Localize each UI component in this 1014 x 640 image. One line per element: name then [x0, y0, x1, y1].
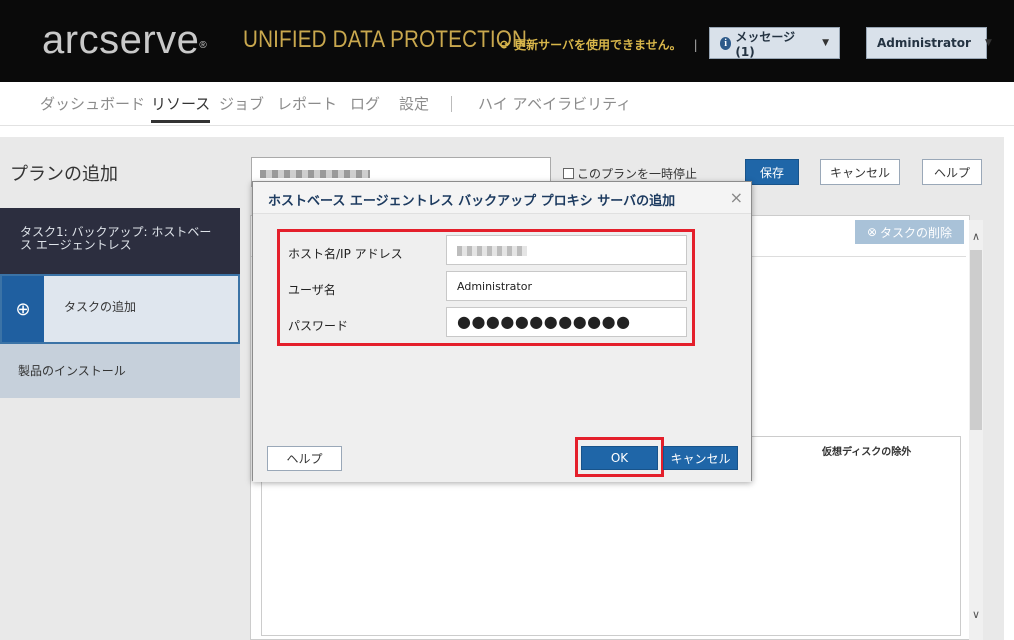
arcserve-logo: arcserve® — [42, 18, 208, 62]
cancel-button[interactable]: キャンセル — [820, 159, 900, 185]
ok-button[interactable]: OK — [581, 446, 658, 470]
messages-button[interactable]: i メッセージ (1) ▼ — [709, 27, 840, 59]
chevron-down-icon[interactable]: ∨ — [969, 608, 983, 621]
separator: | — [693, 37, 698, 52]
redacted-text — [260, 170, 370, 178]
dialog-title: ホストベース エージェントレス バックアップ プロキシ サーバの追加 — [268, 194, 676, 209]
hostname-field[interactable] — [446, 235, 687, 265]
password-dots: ●●●●●●●●●●●● — [457, 312, 631, 331]
close-circle-icon: ⊗ — [866, 225, 878, 239]
messages-label: メッセージ (1) — [735, 29, 796, 59]
nav-divider — [451, 96, 452, 112]
plus-circle-icon: ⊕ — [2, 276, 44, 342]
delete-task-label: タスクの削除 — [880, 225, 953, 240]
sidebar-item-install[interactable]: 製品のインストール — [0, 344, 240, 398]
pause-plan-checkbox[interactable]: このプランを一時停止 — [563, 165, 697, 182]
user-label: Administrator — [877, 36, 971, 50]
password-label: パスワード — [288, 319, 349, 333]
info-icon: i — [720, 36, 732, 50]
dialog-titlebar: ホストベース エージェントレス バックアップ プロキシ サーバの追加 × — [253, 182, 751, 214]
user-menu-button[interactable]: Administrator ▼ — [866, 27, 992, 59]
update-notice-text: 更新サーバを使用できません。 — [514, 38, 682, 52]
vertical-scrollbar[interactable]: ∧ ∨ — [969, 220, 983, 640]
close-icon[interactable]: × — [730, 188, 743, 207]
dialog-help-button[interactable]: ヘルプ — [267, 446, 342, 471]
product-name: UNIFIED DATA PROTECTION — [243, 26, 528, 53]
add-proxy-server-dialog: ホストベース エージェントレス バックアップ プロキシ サーバの追加 × ホスト… — [252, 181, 752, 482]
redacted-text — [457, 246, 527, 256]
nav-logs[interactable]: ログ — [350, 93, 380, 114]
chevron-down-icon: ▼ — [984, 38, 992, 48]
scrollbar-thumb[interactable] — [970, 250, 982, 430]
main-nav: ダッシュボード リソース ジョブ レポート ログ 設定 ハイ アベイラビリティ — [0, 82, 1014, 126]
nav-dashboard[interactable]: ダッシュボード — [40, 93, 145, 114]
sidebar-item-add-task[interactable]: ⊕ タスクの追加 — [0, 274, 240, 344]
nav-jobs[interactable]: ジョブ — [219, 93, 264, 114]
chevron-up-icon[interactable]: ∧ — [969, 230, 983, 243]
delete-task-button[interactable]: ⊗ タスクの削除 — [855, 220, 964, 244]
task-sidebar: タスク1: バックアップ: ホストベース エージェントレス ⊕ タスクの追加 製… — [0, 208, 240, 398]
nav-settings[interactable]: 設定 — [399, 93, 429, 114]
dialog-body: ホスト名/IP アドレス ユーザ名 Administrator パスワード ●●… — [253, 214, 751, 482]
pause-plan-label: このプランを一時停止 — [577, 167, 698, 181]
virtual-disk-exclusion-header: 仮想ディスクの除外 — [822, 447, 912, 458]
hostname-label: ホスト名/IP アドレス — [288, 247, 403, 261]
top-header: arcserve® UNIFIED DATA PROTECTION ⟳ 更新サー… — [0, 0, 1014, 82]
nav-high-availability[interactable]: ハイ アベイラビリティ — [478, 93, 631, 114]
chevron-down-icon: ▼ — [822, 38, 829, 48]
password-field[interactable]: ●●●●●●●●●●●● — [446, 307, 687, 337]
username-field[interactable]: Administrator — [446, 271, 687, 301]
username-label: ユーザ名 — [288, 283, 336, 297]
help-button[interactable]: ヘルプ — [922, 159, 982, 185]
save-button[interactable]: 保存 — [745, 159, 799, 185]
sidebar-item-task1[interactable]: タスク1: バックアップ: ホストベース エージェントレス — [0, 208, 240, 274]
nav-reports[interactable]: レポート — [277, 93, 337, 114]
checkbox-box[interactable] — [563, 168, 574, 179]
page-title: プランの追加 — [10, 164, 118, 185]
nav-resources[interactable]: リソース — [151, 93, 211, 123]
add-task-label: タスクの追加 — [64, 300, 137, 314]
page-edge — [1004, 137, 1014, 640]
dialog-cancel-button[interactable]: キャンセル — [663, 446, 738, 470]
update-server-notice[interactable]: ⟳ 更新サーバを使用できません。 | — [500, 36, 698, 53]
refresh-icon: ⟳ — [500, 37, 511, 52]
